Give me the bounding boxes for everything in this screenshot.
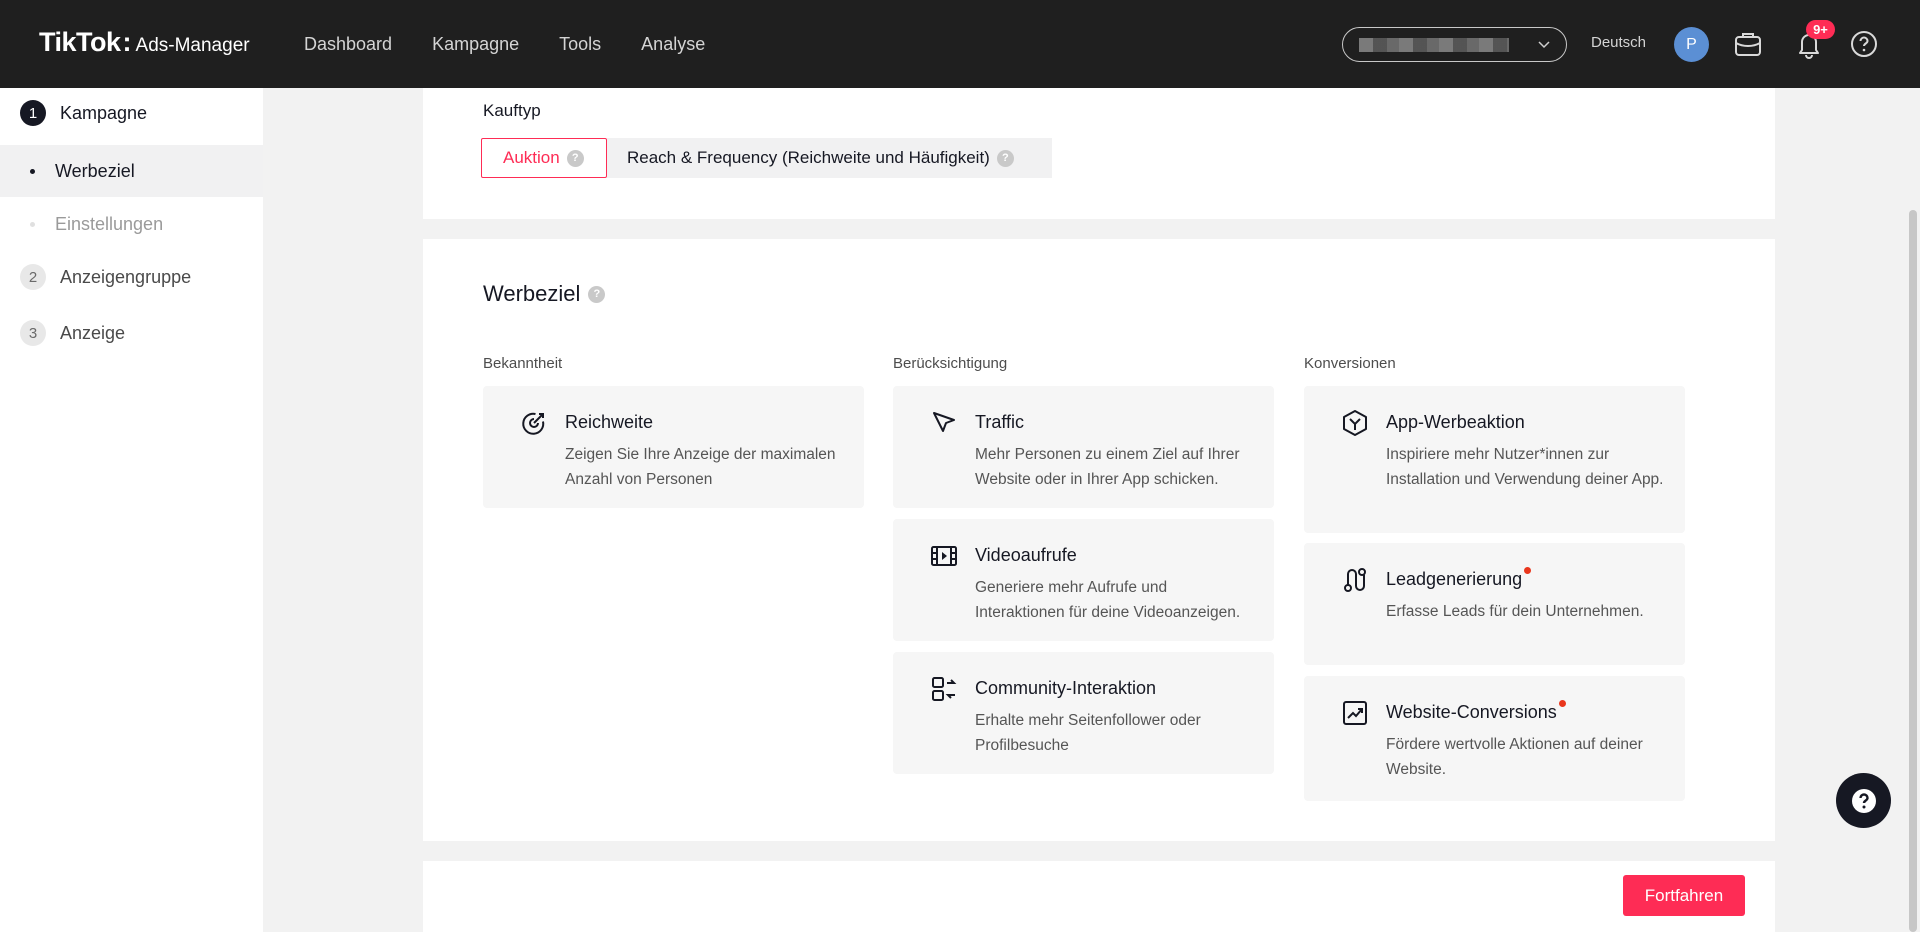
substep-werbeziel[interactable]: Werbeziel <box>0 145 263 197</box>
tile-description: Erfasse Leads für dein Unternehmen. <box>1386 603 1644 620</box>
new-indicator-dot <box>1524 567 1532 574</box>
tile-description: Inspiriere mehr Nutzer*innen zur Install… <box>1386 446 1664 488</box>
objective-tile-leadgenerierung[interactable]: Leadgenerierung Erfasse Leads für dein U… <box>1304 543 1685 665</box>
tile-description: Fördere wertvolle Aktionen auf deiner We… <box>1386 736 1643 778</box>
objective-title: Werbeziel ? <box>483 281 606 307</box>
step-anzeige[interactable]: 3 Anzeige <box>20 320 125 346</box>
continue-button[interactable]: Fortfahren <box>1623 875 1745 916</box>
reach-target-icon <box>522 412 545 435</box>
tiktok-ads-manager-logo[interactable]: TikTok : Ads-Manager <box>39 27 250 58</box>
avatar[interactable]: P <box>1674 27 1709 62</box>
bullet-dot <box>30 168 35 174</box>
logo-separator: : <box>122 27 132 57</box>
objective-title-text: Werbeziel <box>483 281 581 306</box>
tile-description: Zeigen Sie Ihre Anzeige der maximalen An… <box>565 446 836 488</box>
column-heading-awareness: Bekanntheit <box>483 355 563 372</box>
footer-card <box>423 861 1775 932</box>
objective-tile-traffic[interactable]: Traffic Mehr Personen zu einem Ziel auf … <box>893 386 1274 508</box>
nav-dashboard[interactable]: Dashboard <box>304 34 392 55</box>
nav-tools[interactable]: Tools <box>559 34 601 55</box>
step-label: Anzeige <box>60 322 126 343</box>
step-label: Anzeigengruppe <box>60 266 192 287</box>
tile-title: App-Werbeaktion <box>1386 412 1525 432</box>
substep-label: Werbeziel <box>55 160 135 181</box>
step-kampagne[interactable]: 1 Kampagne <box>20 100 147 126</box>
film-icon <box>931 546 957 566</box>
step-number: 3 <box>20 320 46 346</box>
step-label: Kampagne <box>60 102 148 123</box>
tile-description: Mehr Personen zu einem Ziel auf Ihrer We… <box>975 446 1240 488</box>
logo-product: Ads-Manager <box>135 35 250 56</box>
nav-kampagne[interactable]: Kampagne <box>432 34 519 55</box>
redacted-account-name <box>1359 37 1509 52</box>
briefcase-icon[interactable] <box>1731 27 1765 61</box>
substep-label: Einstellungen <box>55 213 164 234</box>
step-anzeigengruppe[interactable]: 2 Anzeigengruppe <box>20 264 191 290</box>
buy-type-label: Kauftyp <box>483 101 541 120</box>
nav-analyse[interactable]: Analyse <box>641 34 705 55</box>
column-heading-consideration: Berücksichtigung <box>893 355 1008 372</box>
main-nav: Dashboard Kampagne Tools Analyse <box>304 0 705 88</box>
substep-einstellungen[interactable]: Einstellungen <box>0 198 263 250</box>
page-scrollbar[interactable] <box>1909 210 1917 932</box>
cursor-arrow-icon <box>933 412 955 432</box>
objective-tile-community-interaktion[interactable]: Community-Interaktion Erhalte mehr Seite… <box>893 652 1274 774</box>
bullet-dot <box>30 221 35 227</box>
help-circle-icon <box>1851 788 1876 813</box>
language-switcher[interactable]: Deutsch <box>1591 34 1646 51</box>
new-indicator-dot <box>1558 700 1566 707</box>
option-label: Auktion <box>503 148 560 167</box>
account-selector[interactable] <box>1342 27 1567 62</box>
objective-tile-videoaufrufe[interactable]: Videoaufrufe Generiere mehr Aufrufe und … <box>893 519 1274 641</box>
trend-chart-icon <box>1343 701 1367 725</box>
notification-badge: 9+ <box>1806 20 1835 39</box>
question-mark-icon[interactable]: ? <box>566 149 584 167</box>
column-heading-conversions: Konversionen <box>1304 355 1396 372</box>
community-swap-icon <box>932 677 957 701</box>
question-mark-icon[interactable]: ? <box>996 149 1014 167</box>
logo-brand: TikTok <box>39 27 121 57</box>
tile-title: Reichweite <box>565 412 654 432</box>
tile-title: Leadgenerierung <box>1386 567 1532 590</box>
campaign-steps-sidebar: 1 Kampagne Werbeziel Einstellungen 2 Anz… <box>0 88 263 932</box>
buy-type-auction-option[interactable]: Auktion ? <box>481 138 607 178</box>
tile-title: Website-Conversions <box>1386 700 1566 723</box>
tile-title: Videoaufrufe <box>975 545 1077 565</box>
floating-help-button[interactable] <box>1836 773 1891 828</box>
tile-title: Community-Interaktion <box>975 678 1157 698</box>
tile-description: Erhalte mehr Seitenfollower oder Profilb… <box>975 712 1201 754</box>
lead-path-icon <box>1344 568 1366 592</box>
objective-tile-app-werbeaktion[interactable]: App-Werbeaktion Inspiriere mehr Nutzer*i… <box>1304 386 1685 533</box>
buy-type-reach-frequency-option[interactable]: Reach & Frequency (Reichweite und Häufig… <box>607 138 1052 178</box>
objective-tile-website-conversions[interactable]: Website-Conversions Fördere wertvolle Ak… <box>1304 676 1685 801</box>
tile-title: Traffic <box>975 412 1025 432</box>
option-label: Reach & Frequency (Reichweite und Häufig… <box>627 148 990 167</box>
tile-title-text: Website-Conversions <box>1386 702 1557 722</box>
tile-description: Generiere mehr Aufrufe und Interaktionen… <box>975 579 1241 621</box>
tile-title-text: Leadgenerierung <box>1386 569 1523 589</box>
chevron-down-icon <box>1538 41 1550 49</box>
app-cube-icon <box>1343 410 1367 436</box>
help-circle-icon[interactable] <box>1847 27 1881 61</box>
question-mark-icon[interactable]: ? <box>588 285 606 303</box>
step-number: 1 <box>20 100 46 126</box>
objective-tile-reichweite[interactable]: Reichweite Zeigen Sie Ihre Anzeige der m… <box>483 386 864 508</box>
top-navigation-bar: TikTok : Ads-Manager Dashboard Kampagne … <box>0 0 1920 88</box>
step-number: 2 <box>20 264 46 290</box>
